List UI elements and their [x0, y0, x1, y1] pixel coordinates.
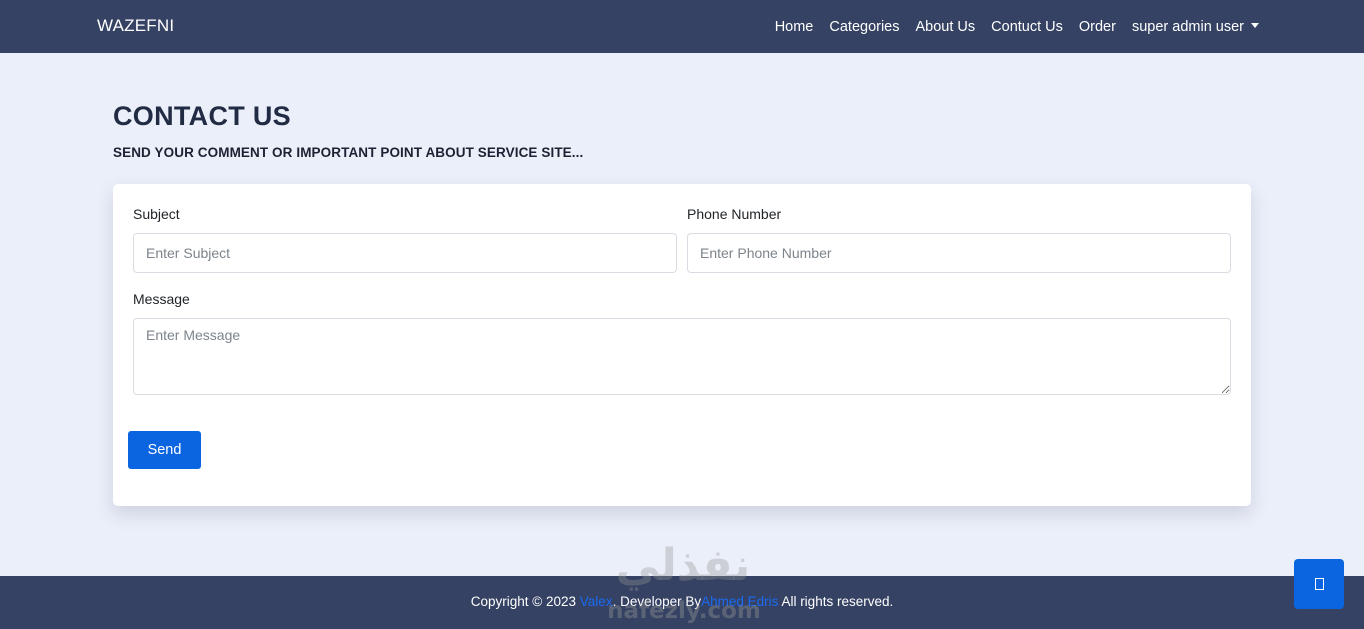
- footer-developer-link[interactable]: Ahmed Edris: [701, 594, 778, 609]
- subject-label: Subject: [133, 206, 180, 222]
- message-label: Message: [133, 291, 190, 307]
- subject-input[interactable]: [133, 233, 677, 273]
- nav-home[interactable]: Home: [775, 19, 814, 35]
- footer-copyright: Copyright © 2023 Valex. Developer ByAhme…: [0, 594, 1364, 609]
- nav-about-us[interactable]: About Us: [916, 19, 976, 35]
- square-glyph-icon: [1314, 578, 1324, 590]
- scroll-to-top-button[interactable]: [1294, 559, 1344, 609]
- footer-developer-text: . Developer By: [612, 594, 702, 609]
- user-menu-toggle[interactable]: super admin user: [1132, 19, 1259, 35]
- contact-form-card: Subject Phone Number Message Send: [113, 184, 1251, 506]
- nav-categories[interactable]: Categories: [829, 19, 899, 35]
- footer-rights-text: All rights reserved.: [781, 594, 894, 609]
- phone-number-label: Phone Number: [687, 206, 782, 222]
- brand-logo[interactable]: WAZEFNI: [97, 16, 174, 36]
- page-title: CONTACT US: [113, 101, 291, 131]
- phone-number-input[interactable]: [687, 233, 1231, 273]
- footer-site-link[interactable]: Valex: [580, 594, 613, 609]
- nav-order[interactable]: Order: [1079, 19, 1116, 35]
- page-subtitle: SEND YOUR COMMENT OR IMPORTANT POINT ABO…: [113, 145, 584, 160]
- top-navbar: WAZEFNI Home Categories About Us Contuct…: [0, 0, 1364, 53]
- caret-down-icon: [1251, 22, 1259, 28]
- user-menu-label: super admin user: [1131, 18, 1244, 35]
- footer-copyright-prefix: Copyright © 2023: [470, 594, 577, 609]
- message-textarea[interactable]: [133, 318, 1231, 395]
- nav-links: Home Categories About Us Contuct Us Orde…: [759, 0, 1259, 53]
- send-button[interactable]: Send: [128, 431, 201, 469]
- nav-contact-us[interactable]: Contuct Us: [991, 19, 1063, 35]
- footer: Copyright © 2023 Valex. Developer ByAhme…: [0, 576, 1364, 629]
